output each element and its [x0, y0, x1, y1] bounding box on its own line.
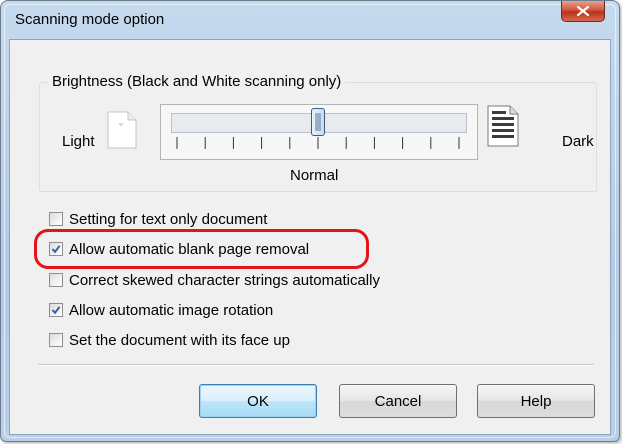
help-button[interactable]: Help — [477, 384, 595, 418]
option-image-rotation[interactable]: Allow automatic image rotation — [49, 299, 273, 321]
dialog-window: Scanning mode option Brightness (Black a… — [0, 0, 620, 442]
dark-document-icon — [487, 105, 519, 147]
checkbox[interactable] — [49, 333, 63, 347]
brightness-group: Brightness (Black and White scanning onl… — [39, 73, 597, 192]
checkbox[interactable] — [49, 273, 63, 287]
slider-thumb[interactable] — [311, 108, 325, 136]
light-document-icon — [107, 111, 137, 149]
slider-ticks — [176, 137, 460, 149]
checkbox[interactable] — [49, 303, 63, 317]
option-label: Allow automatic image rotation — [69, 301, 274, 319]
highlight-annotation — [34, 229, 369, 269]
ok-button[interactable]: OK — [199, 384, 317, 418]
cancel-button[interactable]: Cancel — [339, 384, 457, 418]
button-separator — [38, 364, 594, 366]
brightness-slider[interactable] — [160, 104, 478, 160]
close-x-icon — [577, 6, 589, 16]
option-correct-skew[interactable]: Correct skewed character strings automat… — [49, 269, 380, 291]
window-title: Scanning mode option — [15, 11, 165, 28]
thumb-grip-icon — [315, 113, 321, 131]
option-label: Set the document with its face up — [69, 331, 290, 349]
option-face-up[interactable]: Set the document with its face up — [49, 329, 290, 351]
checkbox[interactable] — [49, 212, 63, 226]
light-label: Light — [62, 133, 95, 150]
normal-label: Normal — [290, 167, 339, 184]
checkmark-icon — [51, 306, 61, 315]
option-label: Correct skewed character strings automat… — [69, 271, 380, 289]
option-label: Setting for text only document — [69, 210, 268, 228]
brightness-legend: Brightness (Black and White scanning onl… — [48, 73, 346, 90]
close-button[interactable] — [561, 1, 605, 22]
dark-label: Dark — [562, 133, 594, 150]
option-text-only[interactable]: Setting for text only document — [49, 208, 267, 230]
